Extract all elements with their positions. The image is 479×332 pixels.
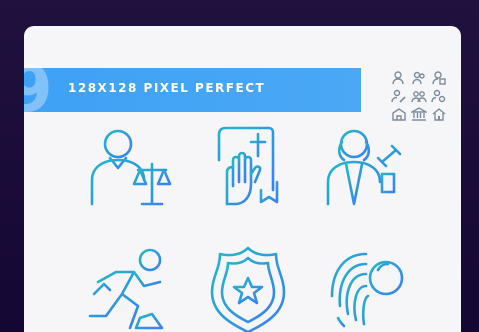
mini-icon-grid bbox=[391, 70, 446, 122]
judge-with-gavel-icon bbox=[320, 122, 416, 218]
person-badge-mini-icon bbox=[432, 71, 446, 85]
fingerprint-magnifier-icon bbox=[320, 240, 416, 332]
pixel-perfect-banner: 9 128X128 PIXEL PERFECT bbox=[24, 58, 361, 122]
page-background: 9 128X128 PIXEL PERFECT bbox=[0, 0, 479, 332]
person-edit-mini-icon bbox=[391, 89, 406, 103]
police-badge-icon bbox=[200, 240, 296, 332]
home-mini-icon bbox=[432, 108, 446, 121]
bank-mini-icon bbox=[411, 107, 427, 121]
people-mini-icon bbox=[411, 91, 427, 103]
person-search-mini-icon bbox=[431, 89, 446, 103]
group-mini-icon bbox=[412, 71, 425, 85]
banner-number: 9 bbox=[24, 53, 53, 127]
person-mini-icon bbox=[392, 71, 404, 85]
preview-card: 9 128X128 PIXEL PERFECT bbox=[24, 26, 461, 332]
oath-on-bible-icon bbox=[199, 120, 295, 216]
building-mini-icon bbox=[392, 108, 406, 121]
lawyer-with-scales-icon bbox=[82, 122, 178, 218]
banner-text: 128X128 PIXEL PERFECT bbox=[68, 81, 266, 95]
running-thief-icon bbox=[84, 242, 180, 332]
